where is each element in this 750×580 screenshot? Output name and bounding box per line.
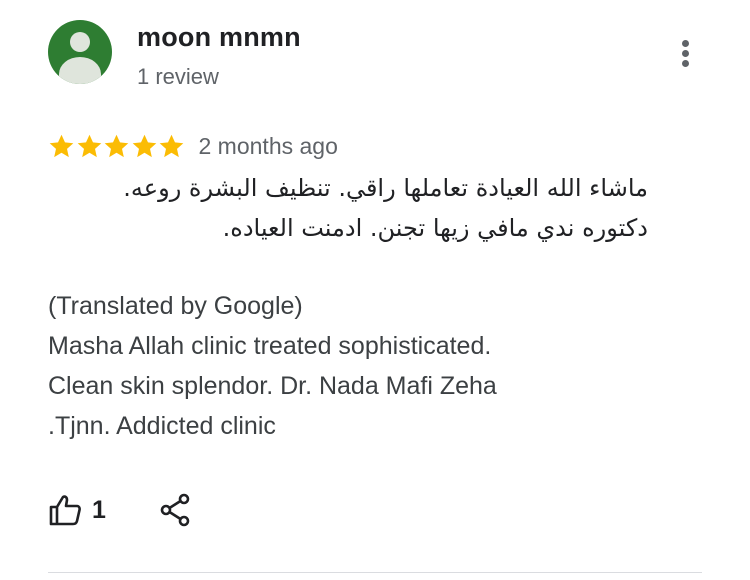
thumb-up-icon (49, 495, 81, 526)
review-count[interactable]: 1 review (137, 64, 219, 90)
review-actions: 1 (48, 488, 192, 532)
star-icon (132, 134, 156, 157)
author-name[interactable]: moon mnmn (137, 22, 301, 53)
original-text-line: دكتوره ندي مافي زيها تجنن. ادمنت العياده… (222, 214, 648, 242)
avatar[interactable] (48, 20, 112, 84)
star-icon (49, 134, 74, 157)
avatar-body (59, 57, 101, 84)
star-rating (48, 133, 186, 160)
translation-line: .Tjnn. Addicted clinic (48, 412, 276, 440)
original-text-line: ماشاء الله العيادة تعاملها راقي. تنظيف ا… (123, 174, 648, 202)
like-count: 1 (92, 495, 106, 524)
more-vert-icon-dot (682, 50, 689, 57)
star-icon (159, 134, 184, 157)
original-review-text: ماشاء الله العيادة تعاملها راقي. تنظيف ا… (48, 168, 648, 248)
like-button[interactable]: 1 (48, 493, 106, 527)
translated-review: (Translated by Google) Masha Allah clini… (48, 286, 497, 446)
rating-row: 2 months ago (48, 128, 338, 164)
divider (48, 572, 702, 573)
translation-line: Clean skin splendor. Dr. Nada Mafi Zeha (48, 372, 497, 400)
share-icon (160, 493, 190, 527)
review-date: 2 months ago (198, 132, 338, 159)
star-icon (77, 134, 101, 157)
more-vert-icon (682, 40, 689, 47)
translated-by-label[interactable]: (Translated by Google) (48, 286, 497, 326)
more-options-button[interactable] (670, 36, 702, 70)
more-vert-icon-dot (682, 60, 689, 67)
share-button[interactable] (160, 493, 192, 527)
star-icon (104, 134, 129, 157)
translation-line: Masha Allah clinic treated sophisticated… (48, 332, 492, 360)
avatar-head (70, 32, 90, 52)
